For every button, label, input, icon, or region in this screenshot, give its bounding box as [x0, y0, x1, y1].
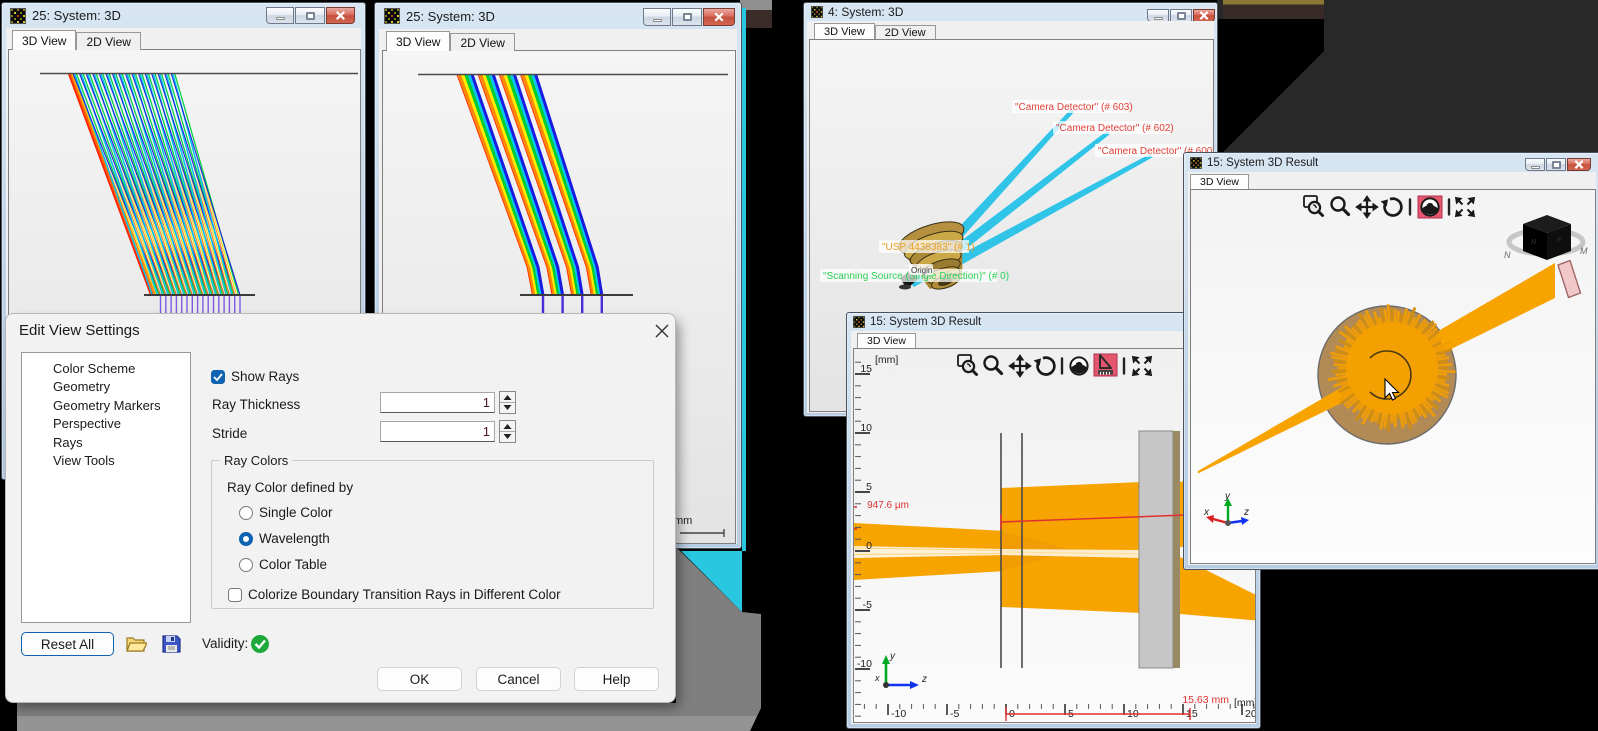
- svg-text:-10: -10: [891, 708, 906, 720]
- svg-text:10: 10: [860, 422, 872, 434]
- svg-text:z: z: [1243, 507, 1249, 518]
- svg-text:x: x: [1203, 507, 1210, 518]
- svg-text:5: 5: [866, 481, 872, 493]
- svg-text:-10: -10: [857, 658, 872, 670]
- svg-text:-5: -5: [863, 599, 872, 611]
- svg-text:y: y: [1224, 491, 1231, 502]
- svg-text:z: z: [921, 674, 927, 685]
- svg-text:mm: mm: [674, 515, 692, 527]
- svg-text:[mm]: [mm]: [875, 354, 898, 366]
- svg-text:Origin: Origin: [911, 266, 932, 275]
- svg-text:15.63 mm: 15.63 mm: [1182, 694, 1229, 706]
- svg-text:"Camera Detector" (# 603): "Camera Detector" (# 603): [1015, 102, 1133, 113]
- svg-text:E: E: [1557, 237, 1562, 244]
- svg-text:947.6 µm: 947.6 µm: [867, 500, 909, 511]
- svg-text:[mm]: [mm]: [1234, 697, 1255, 709]
- svg-text:-5: -5: [950, 708, 959, 720]
- svg-text:y: y: [889, 651, 896, 662]
- svg-text:"USP 4438383" (# 1): "USP 4438383" (# 1): [882, 242, 975, 253]
- svg-text:20: 20: [1245, 708, 1255, 720]
- svg-text:0: 0: [866, 540, 872, 552]
- svg-text:15: 15: [860, 363, 872, 375]
- svg-text:x: x: [874, 673, 880, 683]
- svg-text:N: N: [1504, 250, 1511, 260]
- svg-text:"Camera Detector" (# 602): "Camera Detector" (# 602): [1056, 123, 1174, 134]
- svg-text:M: M: [1580, 246, 1588, 256]
